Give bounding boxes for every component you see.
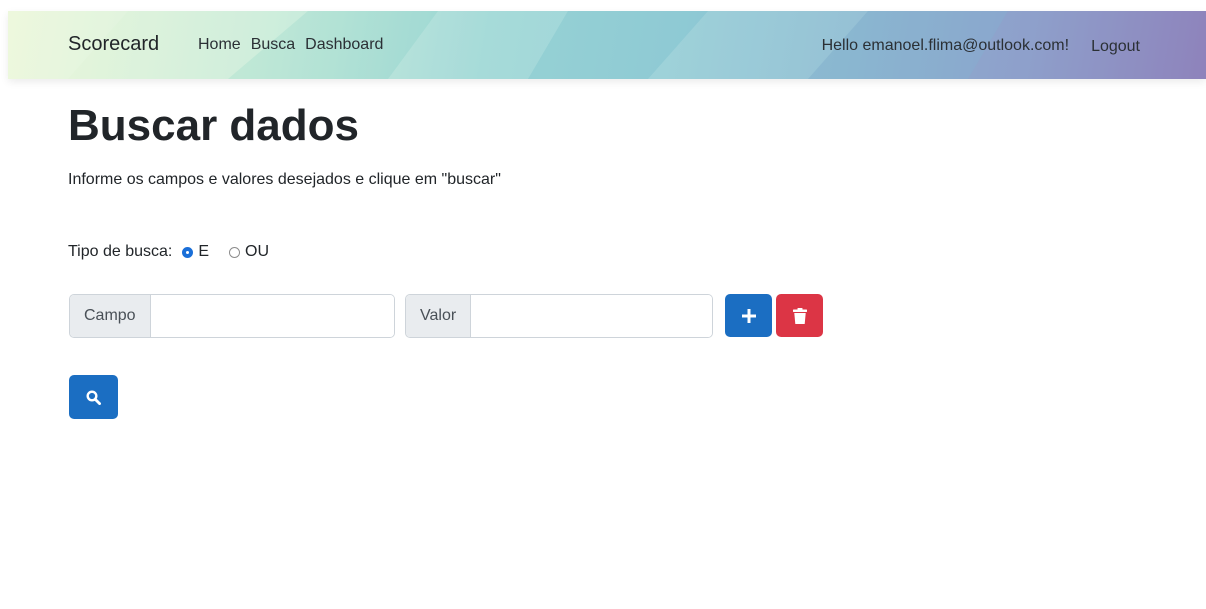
radio-checked-icon[interactable] [182, 246, 194, 258]
valor-label: Valor [406, 295, 472, 337]
radio-option-e[interactable]: E [182, 243, 209, 261]
search-icon [86, 389, 101, 405]
trash-icon [792, 307, 807, 324]
search-type-label: Tipo de busca: [68, 243, 173, 260]
nav-link-home[interactable]: Home [198, 36, 241, 54]
page-subtitle: Informe os campos e valores desejados e … [68, 171, 501, 188]
search-type-group: Tipo de busca: E OU [68, 243, 269, 261]
nav-user-area: Hello emanoel.flima@outlook.com! Logout [822, 36, 1140, 56]
delete-filter-button[interactable] [776, 294, 823, 337]
add-filter-button[interactable] [725, 294, 772, 337]
radio-unchecked-icon[interactable] [229, 246, 241, 258]
valor-input[interactable] [471, 295, 712, 337]
nav-links: Home Busca Dashboard [198, 36, 393, 54]
campo-input[interactable] [150, 295, 394, 337]
radio-option-ou-label: OU [245, 243, 270, 260]
radio-option-e-label: E [198, 243, 210, 260]
campo-label: Campo [70, 295, 151, 337]
radio-option-ou[interactable]: OU [229, 243, 269, 261]
nav-link-dashboard[interactable]: Dashboard [305, 36, 383, 54]
navbar: Scorecard Home Busca Dashboard Hello ema… [8, 11, 1206, 79]
valor-input-group: Valor [405, 294, 713, 338]
user-greeting[interactable]: Hello emanoel.flima@outlook.com! [822, 37, 1069, 55]
nav-link-busca[interactable]: Busca [251, 36, 295, 54]
plus-icon [741, 308, 756, 323]
logout-link[interactable]: Logout [1091, 38, 1140, 56]
page-title: Buscar dados [68, 101, 359, 150]
search-button[interactable] [69, 375, 118, 419]
brand-link[interactable]: Scorecard [68, 33, 159, 56]
campo-input-group: Campo [69, 294, 395, 338]
